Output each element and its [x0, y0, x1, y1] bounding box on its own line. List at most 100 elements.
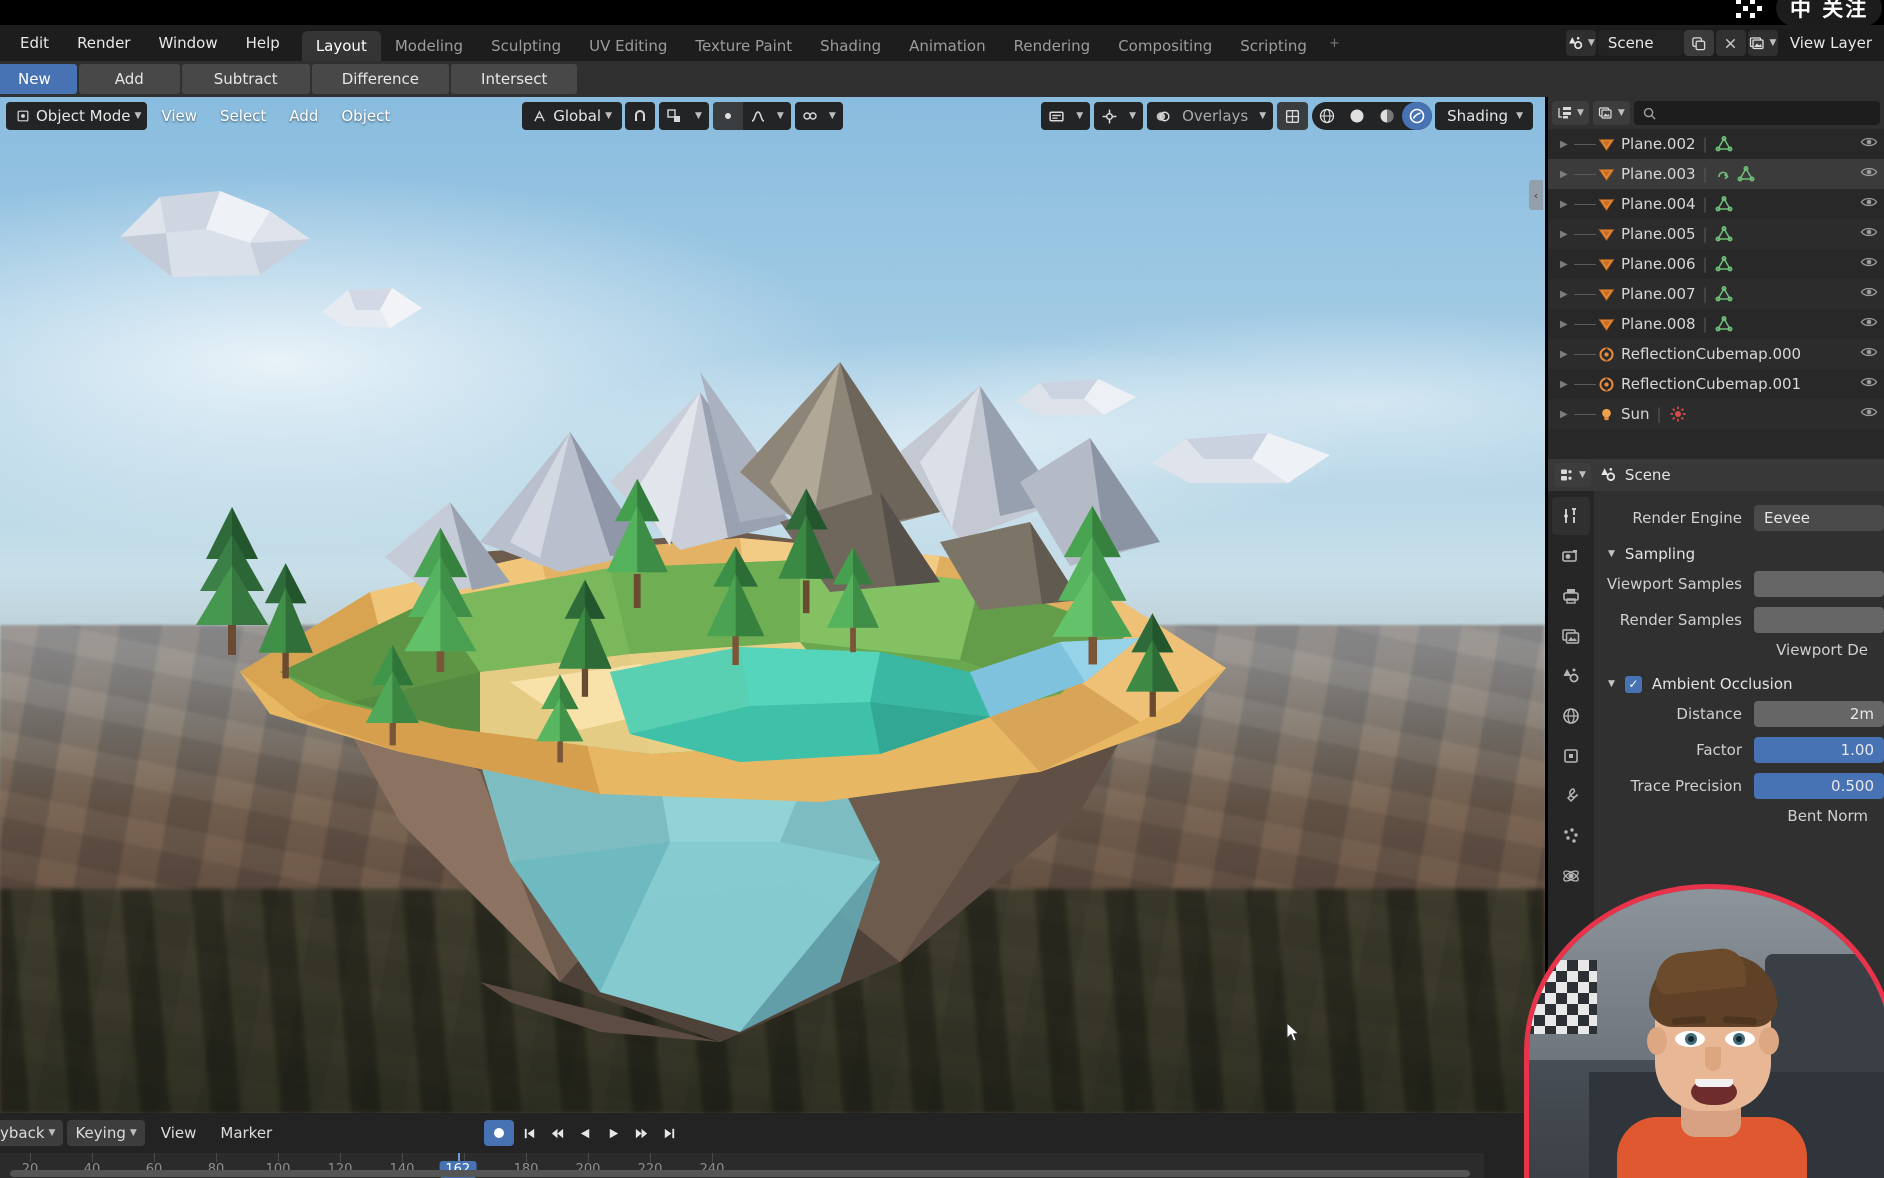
object-data-icon[interactable]: [1669, 405, 1687, 423]
record-icon[interactable]: [484, 1120, 515, 1146]
outliner-row-plane-006[interactable]: ▶ Plane.006 |: [1548, 249, 1884, 279]
object-data-icon[interactable]: [1715, 315, 1733, 333]
add-workspace-button[interactable]: +: [1321, 25, 1348, 61]
tab-sculpting[interactable]: Sculpting: [477, 31, 575, 61]
object-data-icon[interactable]: [1737, 165, 1755, 183]
jump-start-icon[interactable]: [516, 1120, 542, 1146]
3d-viewport[interactable]: [0, 97, 1545, 1113]
timeline-ruler[interactable]: 20406080100120140160180200220240162: [0, 1153, 1484, 1178]
chevron-down-icon[interactable]: ▼: [773, 102, 791, 130]
render-samples-field[interactable]: [1754, 607, 1884, 633]
visibility-eye-icon[interactable]: [1860, 375, 1878, 393]
timeline-menu-marker[interactable]: Marker: [208, 1124, 284, 1142]
overlays-icon[interactable]: [1147, 102, 1178, 130]
prev-keyframe-icon[interactable]: [544, 1120, 570, 1146]
visibility-eye-icon[interactable]: [1860, 165, 1878, 183]
modifier-icon[interactable]: [1715, 165, 1733, 183]
outliner-display-icon[interactable]: ▼: [1552, 101, 1589, 125]
outliner-row-reflectioncubemap-000[interactable]: ▶ ReflectionCubemap.000: [1548, 339, 1884, 369]
view-layer-name-field[interactable]: View Layer: [1780, 30, 1884, 56]
menu-window[interactable]: Window: [144, 25, 231, 61]
properties-tab-object[interactable]: [1552, 737, 1590, 775]
tab-rendering[interactable]: Rendering: [1000, 31, 1105, 61]
disclosure-triangle-icon[interactable]: ▶: [1560, 349, 1574, 360]
op-add-button[interactable]: Add: [78, 64, 180, 94]
object-mode-dropdown[interactable]: Object Mode ▼: [6, 102, 148, 130]
proportional-edit-icon[interactable]: [712, 102, 743, 130]
properties-tab-render[interactable]: [1552, 537, 1590, 575]
outliner-row-plane-004[interactable]: ▶ Plane.004 |: [1548, 189, 1884, 219]
shading-wireframe-icon[interactable]: [1312, 102, 1342, 130]
object-types-icon[interactable]: [1041, 102, 1072, 130]
tab-modeling[interactable]: Modeling: [381, 31, 477, 61]
chevron-down-icon[interactable]: ▼: [1125, 102, 1143, 130]
playback-menu[interactable]: yback ▼: [0, 1120, 64, 1146]
jump-end-icon[interactable]: [656, 1120, 682, 1146]
object-data-icon[interactable]: [1715, 285, 1733, 303]
disclosure-triangle-icon[interactable]: ▶: [1560, 379, 1574, 390]
disclosure-triangle-icon[interactable]: ▶: [1560, 319, 1574, 330]
object-data-icon[interactable]: [1715, 195, 1733, 213]
op-subtract-button[interactable]: Subtract: [181, 64, 310, 94]
keying-menu[interactable]: Keying ▼: [67, 1120, 145, 1146]
falloff-curve-icon[interactable]: [743, 102, 773, 130]
sidebar-collapse-arrow[interactable]: ‹: [1529, 180, 1543, 210]
low-poly-island-model[interactable]: [180, 342, 1260, 1072]
properties-tab-scene[interactable]: [1552, 657, 1590, 695]
sampling-section-header[interactable]: ▼ Sampling: [1594, 539, 1884, 569]
outliner-row-sun[interactable]: ▶ Sun |: [1548, 399, 1884, 429]
outliner-editor[interactable]: ▼ ▼ ▶ Plane.002 | ▶ Plane.003 | ▶ Plane.004 | ▶ Pl…: [1548, 97, 1884, 459]
ambient-occlusion-checkbox[interactable]: ✓: [1624, 675, 1642, 693]
visibility-eye-icon[interactable]: [1860, 315, 1878, 333]
next-keyframe-icon[interactable]: [628, 1120, 654, 1146]
play-icon[interactable]: [600, 1120, 626, 1146]
disclosure-triangle-icon[interactable]: ▶: [1560, 229, 1574, 240]
viewlayer-icon[interactable]: ▼: [1747, 30, 1778, 56]
tab-uv-editing[interactable]: UV Editing: [575, 31, 681, 61]
disclosure-triangle-icon[interactable]: ▶: [1560, 409, 1574, 420]
menu-help[interactable]: Help: [232, 25, 294, 61]
visibility-eye-icon[interactable]: [1860, 345, 1878, 363]
object-data-icon[interactable]: [1715, 135, 1733, 153]
object-data-icon[interactable]: [1715, 255, 1733, 273]
chevron-down-icon[interactable]: ▼: [1255, 102, 1273, 130]
play-reverse-icon[interactable]: [572, 1120, 598, 1146]
copy-icon[interactable]: [1683, 30, 1714, 56]
render-engine-dropdown[interactable]: Eevee: [1754, 505, 1884, 531]
outliner-row-plane-005[interactable]: ▶ Plane.005 |: [1548, 219, 1884, 249]
viewport-samples-field[interactable]: [1754, 571, 1884, 597]
chevron-down-icon[interactable]: ▼: [825, 102, 843, 130]
outliner-row-plane-002[interactable]: ▶ Plane.002 |: [1548, 129, 1884, 159]
outliner-row-plane-003[interactable]: ▶ Plane.003 |: [1548, 159, 1884, 189]
tab-compositing[interactable]: Compositing: [1104, 31, 1226, 61]
shading-popover-button[interactable]: Shading ▼: [1435, 102, 1533, 130]
ambient-occlusion-section-header[interactable]: ▼ ✓ Ambient Occlusion: [1594, 669, 1884, 699]
shading-solid-icon[interactable]: [1342, 102, 1372, 130]
scene-name-field[interactable]: Scene: [1597, 30, 1684, 56]
outliner-row-plane-008[interactable]: ▶ Plane.008 |: [1548, 309, 1884, 339]
op-difference-button[interactable]: Difference: [311, 64, 450, 94]
xray-icon[interactable]: [1277, 102, 1309, 130]
chevron-down-icon[interactable]: ▼: [689, 102, 709, 130]
transform-orientation-dropdown[interactable]: Global ▼: [522, 102, 622, 130]
properties-tab-tool[interactable]: [1552, 497, 1590, 535]
op-intersect-button[interactable]: Intersect: [451, 64, 578, 94]
disclosure-triangle-icon[interactable]: ▶: [1560, 169, 1574, 180]
visibility-eye-icon[interactable]: [1860, 195, 1878, 213]
subscribe-overlay-badge[interactable]: 中 关注: [1776, 0, 1883, 26]
visibility-eye-icon[interactable]: [1860, 285, 1878, 303]
mirror-icon[interactable]: [795, 102, 825, 130]
ao-factor-slider[interactable]: 1.00: [1754, 737, 1884, 763]
viewport-menu-select[interactable]: Select: [209, 102, 277, 130]
visibility-eye-icon[interactable]: [1860, 135, 1878, 153]
viewport-menu-view[interactable]: View: [150, 102, 208, 130]
outliner-row-reflectioncubemap-001[interactable]: ▶ ReflectionCubemap.001: [1548, 369, 1884, 399]
op-new-button[interactable]: New: [0, 64, 77, 94]
disclosure-triangle-icon[interactable]: ▶: [1560, 289, 1574, 300]
close-icon[interactable]: [1715, 30, 1746, 56]
properties-tab-output[interactable]: [1552, 577, 1590, 615]
properties-editor-icon[interactable]: ▼: [1554, 463, 1591, 487]
gizmo-icon[interactable]: [1094, 102, 1125, 130]
ao-distance-field[interactable]: 2m: [1754, 701, 1884, 727]
disclosure-triangle-icon[interactable]: ▶: [1560, 259, 1574, 270]
